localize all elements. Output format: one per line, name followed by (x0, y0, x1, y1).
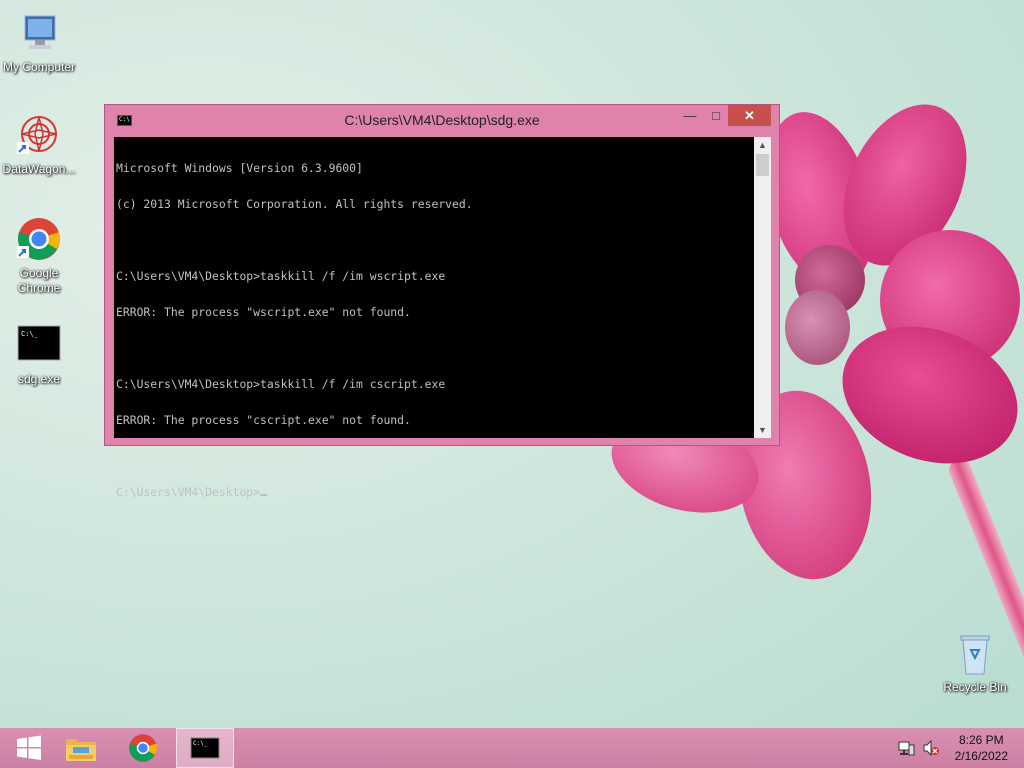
scroll-down-arrow-icon[interactable]: ▼ (754, 422, 771, 438)
console-prompt: C:\Users\VM4\Desktop> (116, 485, 261, 499)
datawagon-icon (15, 112, 63, 160)
vertical-scrollbar[interactable]: ▲ ▼ (754, 137, 771, 438)
chrome-icon (15, 216, 63, 264)
window-titlebar[interactable]: C:\Users\VM4\Desktop\sdg.exe — □ ✕ (105, 105, 779, 135)
desktop-icon-label: My Computer (2, 60, 76, 74)
console-line: C:\Users\VM4\Desktop>taskkill /f /im csc… (116, 377, 446, 391)
taskbar-file-explorer[interactable] (52, 728, 110, 768)
clock-date: 2/16/2022 (954, 749, 1008, 763)
file-explorer-icon (66, 739, 96, 761)
console-line: (c) 2013 Microsoft Corporation. All righ… (116, 197, 473, 211)
taskbar-cmd[interactable]: C:\_ (176, 728, 234, 768)
svg-text:C:\_: C:\_ (21, 330, 39, 338)
desktop-icon-datawagon[interactable]: DataWagon... (0, 112, 79, 177)
system-clock[interactable]: 8:26 PM 2/16/2022 (955, 732, 1008, 764)
recycle-bin-icon (951, 630, 999, 678)
taskbar: C:\_ 8:26 PM 2/16/2022 (0, 728, 1024, 768)
desktop-icon-sdg-exe[interactable]: C:\_ sdg.exe (0, 322, 79, 387)
maximize-button[interactable]: □ (701, 105, 731, 126)
svg-text:C:\_: C:\_ (193, 740, 208, 747)
chrome-icon (129, 734, 157, 762)
cmd-icon: C:\_ (190, 737, 220, 759)
console-line: C:\Users\VM4\Desktop>taskkill /f /im wsc… (116, 269, 446, 283)
console-line: ERROR: The process "cscript.exe" not fou… (116, 413, 411, 427)
flower-center (785, 290, 850, 365)
start-button[interactable] (0, 728, 58, 768)
desktop-icon-my-computer[interactable]: My Computer (0, 10, 79, 75)
desktop-icon-label: Google Chrome (17, 266, 61, 295)
taskbar-chrome[interactable] (114, 728, 172, 768)
windows-start-icon (17, 735, 41, 760)
desktop-icon-google-chrome[interactable]: Google Chrome (0, 216, 79, 296)
network-icon[interactable] (897, 739, 915, 757)
console-line: Microsoft Windows [Version 6.3.9600] (116, 161, 363, 175)
scroll-up-arrow-icon[interactable]: ▲ (754, 137, 771, 153)
console-output[interactable]: Microsoft Windows [Version 6.3.9600] (c)… (114, 137, 754, 498)
desktop-icon-label: Recycle Bin (943, 680, 1007, 694)
computer-icon (15, 10, 63, 58)
desktop-icon-label: sdg.exe (17, 372, 61, 386)
close-button[interactable]: ✕ (728, 105, 771, 126)
console-line: ERROR: The process "wscript.exe" not fou… (116, 305, 411, 319)
volume-muted-icon[interactable] (922, 739, 940, 757)
desktop-icon-recycle-bin[interactable]: Recycle Bin (935, 630, 1015, 695)
console-prompt-line[interactable]: C:\Users\VM4\Desktop> (116, 486, 754, 498)
text-cursor (260, 494, 268, 496)
flower-stem (945, 455, 1024, 761)
desktop-icon-label: DataWagon... (2, 162, 76, 176)
scrollbar-thumb[interactable] (756, 154, 769, 176)
cmd-icon: C:\_ (15, 322, 63, 370)
clock-time: 8:26 PM (958, 733, 1004, 747)
console-window[interactable]: C:\Users\VM4\Desktop\sdg.exe — □ ✕ Micro… (104, 104, 780, 498)
